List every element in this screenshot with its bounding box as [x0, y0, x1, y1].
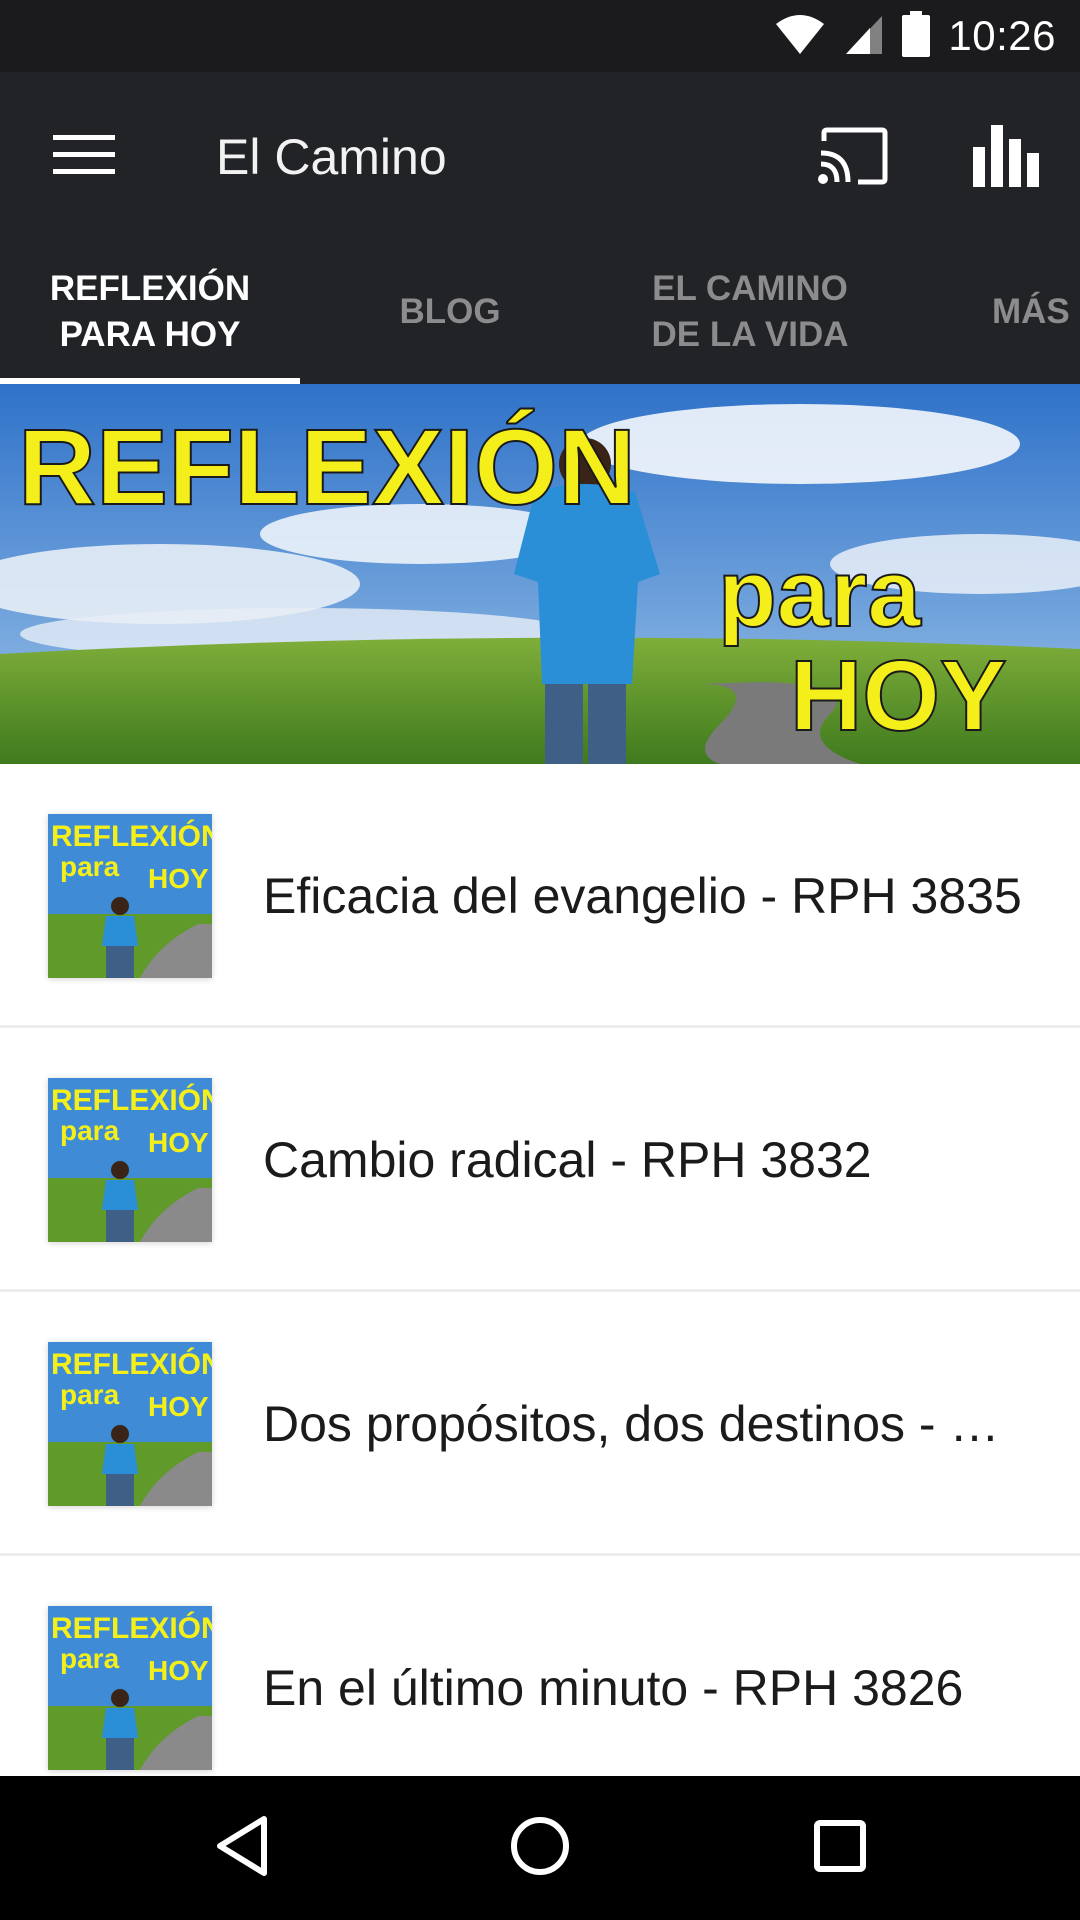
back-triangle-icon [214, 1815, 270, 1882]
home-circle-icon [510, 1816, 570, 1881]
episode-list: REFLEXIÓN para HOY Eficacia del evangeli… [0, 764, 1080, 1820]
episode-title: Cambio radical - RPH 3832 [263, 1028, 1033, 1292]
thumb-text-line2: para [60, 851, 120, 882]
episode-thumbnail: REFLEXIÓN para HOY [48, 814, 212, 978]
thumb-text-line2: para [60, 1379, 120, 1410]
cell-signal-icon [844, 14, 884, 59]
episode-title-text: Dos propósitos, dos destinos - RPH 3829 [263, 1396, 1033, 1452]
list-item[interactable]: REFLEXIÓN para HOY Dos propósitos, dos d… [0, 1292, 1080, 1556]
stats-button[interactable] [962, 118, 1052, 198]
thumb-text-line2: para [60, 1643, 120, 1674]
tab-mas[interactable]: MÁS [960, 240, 1080, 384]
thumb-text-line1: REFLEXIÓN [51, 1611, 212, 1645]
app-title: El Camino [216, 129, 447, 185]
thumb-text-line3: HOY [148, 1391, 209, 1422]
tab-reflexion-para-hoy[interactable]: REFLEXIÓN PARA HOY [0, 240, 300, 384]
system-nav-bar [0, 1776, 1080, 1920]
hamburger-menu-icon [53, 134, 115, 180]
menu-button[interactable] [44, 122, 124, 192]
home-button[interactable] [480, 1796, 600, 1900]
thumb-text-line1: REFLEXIÓN [51, 1083, 212, 1117]
banner-title-line1: REFLEXIÓN [18, 406, 636, 527]
thumb-text-line3: HOY [148, 1127, 209, 1158]
episode-title: Eficacia del evangelio - RPH 3835 [263, 764, 1033, 1028]
wifi-icon [774, 14, 826, 59]
cast-button[interactable] [808, 118, 898, 198]
recents-square-icon [814, 1819, 866, 1877]
thumb-text-line1: REFLEXIÓN [51, 819, 212, 853]
list-item[interactable]: REFLEXIÓN para HOY Eficacia del evangeli… [0, 764, 1080, 1028]
status-time: 10:26 [948, 12, 1056, 59]
tab-blog[interactable]: BLOG [300, 240, 600, 384]
header-banner-image: REFLEXIÓN para HOY [0, 384, 1080, 764]
thumb-text-line2: para [60, 1115, 120, 1146]
episode-title-text: En el último minuto - RPH 3826 [263, 1660, 964, 1716]
thumb-text-line3: HOY [148, 863, 209, 894]
back-button[interactable] [182, 1796, 302, 1900]
cast-icon [818, 127, 888, 190]
thumb-text-line3: HOY [148, 1655, 209, 1686]
bar-chart-icon [973, 124, 1041, 192]
app-toolbar: El Camino [0, 72, 1080, 240]
tab-bar: REFLEXIÓN PARA HOY BLOG EL CAMINO DE LA … [0, 240, 1080, 384]
episode-title-text: Eficacia del evangelio - RPH 3835 [263, 868, 1022, 924]
banner-title-line2: para [718, 540, 921, 647]
status-bar: 10:26 [0, 0, 1080, 72]
episode-thumbnail: REFLEXIÓN para HOY [48, 1078, 212, 1242]
list-item[interactable]: REFLEXIÓN para HOY Cambio radical - RPH … [0, 1028, 1080, 1292]
episode-title: Dos propósitos, dos destinos - RPH 3829 [263, 1292, 1033, 1556]
battery-icon [902, 10, 931, 62]
recents-button[interactable] [780, 1796, 900, 1900]
status-icons: 10:26 [774, 0, 1056, 72]
episode-title-text: Cambio radical - RPH 3832 [263, 1132, 872, 1188]
episode-thumbnail: REFLEXIÓN para HOY [48, 1606, 212, 1770]
episode-thumbnail: REFLEXIÓN para HOY [48, 1342, 212, 1506]
banner-title-line3: HOY [790, 640, 1007, 752]
thumb-text-line1: REFLEXIÓN [51, 1347, 212, 1381]
tab-el-camino-de-la-vida[interactable]: EL CAMINO DE LA VIDA [600, 240, 900, 384]
